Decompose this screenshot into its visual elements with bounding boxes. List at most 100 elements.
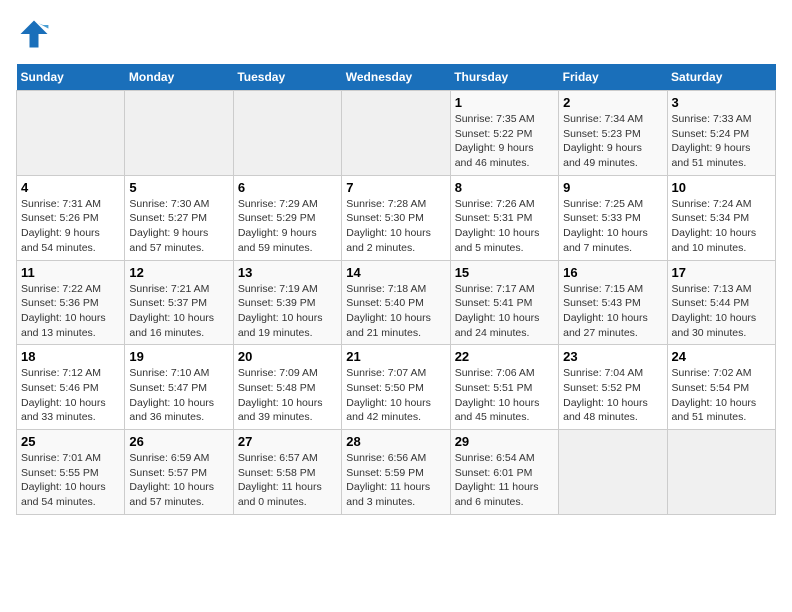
day-info: Sunrise: 6:59 AMSunset: 5:57 PMDaylight:… (129, 451, 228, 510)
day-number: 14 (346, 265, 445, 280)
page-header (16, 16, 776, 52)
day-number: 6 (238, 180, 337, 195)
calendar-cell (667, 430, 775, 515)
day-info: Sunrise: 6:56 AMSunset: 5:59 PMDaylight:… (346, 451, 445, 510)
calendar-cell: 19 Sunrise: 7:10 AMSunset: 5:47 PMDayligh… (125, 345, 233, 430)
day-info: Sunrise: 7:04 AMSunset: 5:52 PMDaylight:… (563, 366, 662, 425)
calendar-cell: 4 Sunrise: 7:31 AMSunset: 5:26 PMDaylight… (17, 175, 125, 260)
day-info: Sunrise: 7:30 AMSunset: 5:27 PMDaylight:… (129, 197, 228, 256)
calendar-table: SundayMondayTuesdayWednesdayThursdayFrid… (16, 64, 776, 515)
day-number: 20 (238, 349, 337, 364)
calendar-cell: 14 Sunrise: 7:18 AMSunset: 5:40 PMDayligh… (342, 260, 450, 345)
day-info: Sunrise: 7:09 AMSunset: 5:48 PMDaylight:… (238, 366, 337, 425)
day-info: Sunrise: 7:25 AMSunset: 5:33 PMDaylight:… (563, 197, 662, 256)
calendar-cell: 9 Sunrise: 7:25 AMSunset: 5:33 PMDaylight… (559, 175, 667, 260)
day-info: Sunrise: 7:35 AMSunset: 5:22 PMDaylight:… (455, 112, 554, 171)
calendar-cell: 3 Sunrise: 7:33 AMSunset: 5:24 PMDaylight… (667, 91, 775, 176)
day-of-week-header: Wednesday (342, 64, 450, 91)
day-info: Sunrise: 7:02 AMSunset: 5:54 PMDaylight:… (672, 366, 771, 425)
day-number: 21 (346, 349, 445, 364)
calendar-cell (233, 91, 341, 176)
day-number: 4 (21, 180, 120, 195)
day-number: 19 (129, 349, 228, 364)
day-of-week-header: Monday (125, 64, 233, 91)
day-number: 2 (563, 95, 662, 110)
calendar-cell: 8 Sunrise: 7:26 AMSunset: 5:31 PMDaylight… (450, 175, 558, 260)
day-number: 25 (21, 434, 120, 449)
logo (16, 16, 56, 52)
calendar-cell: 26Sunrise: 6:59 AMSunset: 5:57 PMDayligh… (125, 430, 233, 515)
day-number: 5 (129, 180, 228, 195)
calendar-cell: 25 Sunrise: 7:01 AMSunset: 5:55 PMDayligh… (17, 430, 125, 515)
day-info: Sunrise: 7:10 AMSunset: 5:47 PMDaylight:… (129, 366, 228, 425)
day-number: 1 (455, 95, 554, 110)
day-number: 23 (563, 349, 662, 364)
calendar-cell: 2Sunrise: 7:34 AMSunset: 5:23 PMDaylight… (559, 91, 667, 176)
calendar-header-row: SundayMondayTuesdayWednesdayThursdayFrid… (17, 64, 776, 91)
calendar-cell: 17 Sunrise: 7:13 AMSunset: 5:44 PMDayligh… (667, 260, 775, 345)
day-number: 9 (563, 180, 662, 195)
day-number: 11 (21, 265, 120, 280)
calendar-cell: 6 Sunrise: 7:29 AMSunset: 5:29 PMDaylight… (233, 175, 341, 260)
day-number: 24 (672, 349, 771, 364)
day-info: Sunrise: 6:57 AMSunset: 5:58 PMDaylight:… (238, 451, 337, 510)
day-number: 8 (455, 180, 554, 195)
calendar-cell (17, 91, 125, 176)
day-number: 15 (455, 265, 554, 280)
day-info: Sunrise: 7:13 AMSunset: 5:44 PMDaylight:… (672, 282, 771, 341)
calendar-cell (559, 430, 667, 515)
logo-icon (16, 16, 52, 52)
day-of-week-header: Sunday (17, 64, 125, 91)
day-info: Sunrise: 7:28 AMSunset: 5:30 PMDaylight:… (346, 197, 445, 256)
calendar-cell: 11Sunrise: 7:22 AMSunset: 5:36 PMDayligh… (17, 260, 125, 345)
calendar-cell: 13 Sunrise: 7:19 AMSunset: 5:39 PMDayligh… (233, 260, 341, 345)
day-number: 27 (238, 434, 337, 449)
day-info: Sunrise: 7:31 AMSunset: 5:26 PMDaylight:… (21, 197, 120, 256)
calendar-cell (342, 91, 450, 176)
day-info: Sunrise: 7:26 AMSunset: 5:31 PMDaylight:… (455, 197, 554, 256)
day-info: Sunrise: 7:29 AMSunset: 5:29 PMDaylight:… (238, 197, 337, 256)
day-info: Sunrise: 7:18 AMSunset: 5:40 PMDaylight:… (346, 282, 445, 341)
day-info: Sunrise: 7:21 AMSunset: 5:37 PMDaylight:… (129, 282, 228, 341)
day-info: Sunrise: 7:07 AMSunset: 5:50 PMDaylight:… (346, 366, 445, 425)
day-info: Sunrise: 7:12 AMSunset: 5:46 PMDaylight:… (21, 366, 120, 425)
day-number: 16 (563, 265, 662, 280)
day-number: 3 (672, 95, 771, 110)
calendar-cell (125, 91, 233, 176)
day-info: Sunrise: 6:54 AMSunset: 6:01 PMDaylight:… (455, 451, 554, 510)
calendar-cell: 1 Sunrise: 7:35 AMSunset: 5:22 PMDaylight… (450, 91, 558, 176)
calendar-cell: 24 Sunrise: 7:02 AMSunset: 5:54 PMDayligh… (667, 345, 775, 430)
day-info: Sunrise: 7:06 AMSunset: 5:51 PMDaylight:… (455, 366, 554, 425)
day-of-week-header: Tuesday (233, 64, 341, 91)
calendar-cell: 15 Sunrise: 7:17 AMSunset: 5:41 PMDayligh… (450, 260, 558, 345)
day-number: 7 (346, 180, 445, 195)
calendar-cell: 27 Sunrise: 6:57 AMSunset: 5:58 PMDayligh… (233, 430, 341, 515)
day-info: Sunrise: 7:24 AMSunset: 5:34 PMDaylight:… (672, 197, 771, 256)
day-number: 12 (129, 265, 228, 280)
calendar-week-row: 11Sunrise: 7:22 AMSunset: 5:36 PMDayligh… (17, 260, 776, 345)
calendar-cell: 22Sunrise: 7:06 AMSunset: 5:51 PMDayligh… (450, 345, 558, 430)
calendar-week-row: 18 Sunrise: 7:12 AMSunset: 5:46 PMDayligh… (17, 345, 776, 430)
day-number: 28 (346, 434, 445, 449)
day-number: 18 (21, 349, 120, 364)
day-number: 17 (672, 265, 771, 280)
day-number: 29 (455, 434, 554, 449)
calendar-cell: 7 Sunrise: 7:28 AMSunset: 5:30 PMDaylight… (342, 175, 450, 260)
day-info: Sunrise: 7:33 AMSunset: 5:24 PMDaylight:… (672, 112, 771, 171)
calendar-cell: 21 Sunrise: 7:07 AMSunset: 5:50 PMDayligh… (342, 345, 450, 430)
calendar-cell: 18 Sunrise: 7:12 AMSunset: 5:46 PMDayligh… (17, 345, 125, 430)
day-info: Sunrise: 7:17 AMSunset: 5:41 PMDaylight:… (455, 282, 554, 341)
day-info: Sunrise: 7:01 AMSunset: 5:55 PMDaylight:… (21, 451, 120, 510)
day-of-week-header: Saturday (667, 64, 775, 91)
calendar-cell: 29 Sunrise: 6:54 AMSunset: 6:01 PMDayligh… (450, 430, 558, 515)
calendar-week-row: 1 Sunrise: 7:35 AMSunset: 5:22 PMDaylight… (17, 91, 776, 176)
day-info: Sunrise: 7:15 AMSunset: 5:43 PMDaylight:… (563, 282, 662, 341)
calendar-cell: 10 Sunrise: 7:24 AMSunset: 5:34 PMDayligh… (667, 175, 775, 260)
calendar-cell: 20 Sunrise: 7:09 AMSunset: 5:48 PMDayligh… (233, 345, 341, 430)
day-number: 10 (672, 180, 771, 195)
day-info: Sunrise: 7:19 AMSunset: 5:39 PMDaylight:… (238, 282, 337, 341)
calendar-week-row: 4 Sunrise: 7:31 AMSunset: 5:26 PMDaylight… (17, 175, 776, 260)
calendar-cell: 28 Sunrise: 6:56 AMSunset: 5:59 PMDayligh… (342, 430, 450, 515)
calendar-cell: 5 Sunrise: 7:30 AMSunset: 5:27 PMDaylight… (125, 175, 233, 260)
day-number: 13 (238, 265, 337, 280)
